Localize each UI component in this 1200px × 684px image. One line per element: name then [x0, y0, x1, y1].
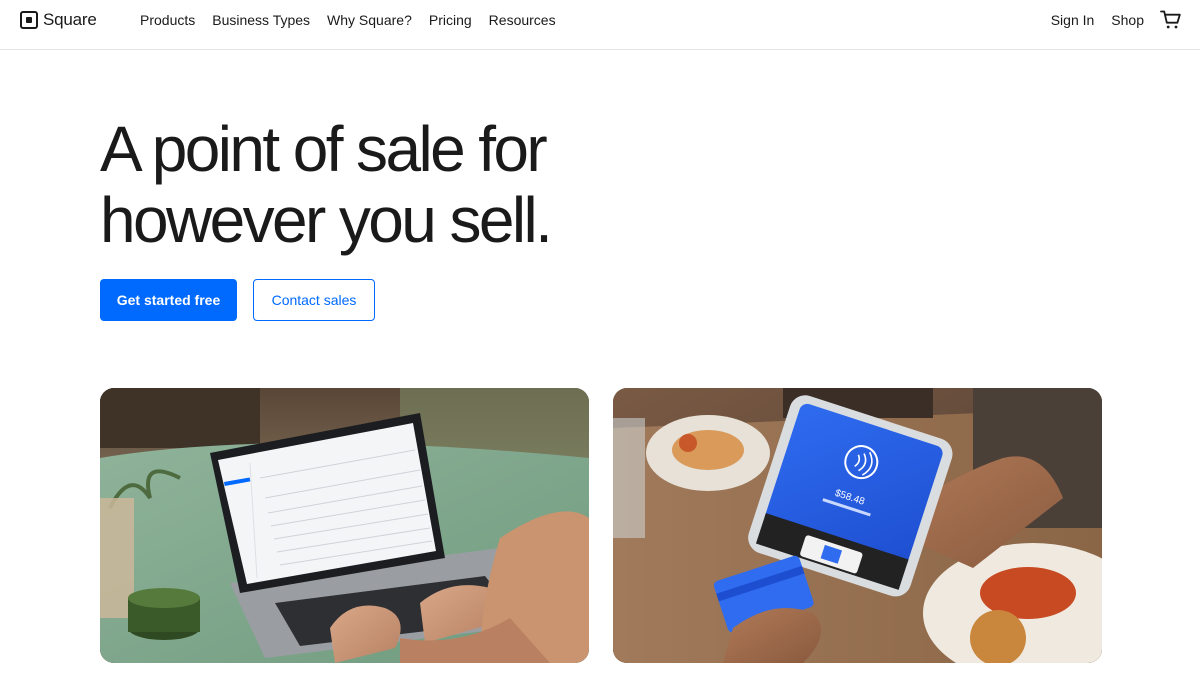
get-started-button[interactable]: Get started free: [100, 279, 237, 321]
logo-text: Square: [43, 10, 97, 29]
square-logo[interactable]: Square: [20, 9, 97, 31]
hero-title-line-1: A point of sale for: [100, 113, 548, 185]
nav-link-resources[interactable]: Resources: [489, 12, 556, 28]
nav-link-why-square[interactable]: Why Square?: [327, 12, 412, 28]
hero-title: A point of sale for however you sell.: [100, 114, 800, 256]
top-navbar: Square Products Business Types Why Squar…: [0, 0, 1200, 50]
nav-right-group: Sign In Shop: [1034, 0, 1182, 40]
laptop-dashboard-photo: [100, 388, 589, 663]
square-logo-icon: [20, 11, 38, 29]
card-payment-terminal-photo: $58.48: [613, 388, 1102, 663]
shopping-cart-icon[interactable]: [1160, 9, 1182, 31]
nav-link-pricing[interactable]: Pricing: [429, 12, 472, 28]
nav-link-products[interactable]: Products: [140, 12, 195, 28]
nav-link-business-types[interactable]: Business Types: [212, 12, 310, 28]
shop-link[interactable]: Shop: [1111, 12, 1144, 28]
hero-title-line-2: however you sell.: [100, 184, 553, 256]
contact-sales-button[interactable]: Contact sales: [253, 279, 375, 321]
sign-in-link[interactable]: Sign In: [1051, 12, 1095, 28]
primary-nav: Products Business Types Why Square? Pric…: [140, 0, 573, 40]
